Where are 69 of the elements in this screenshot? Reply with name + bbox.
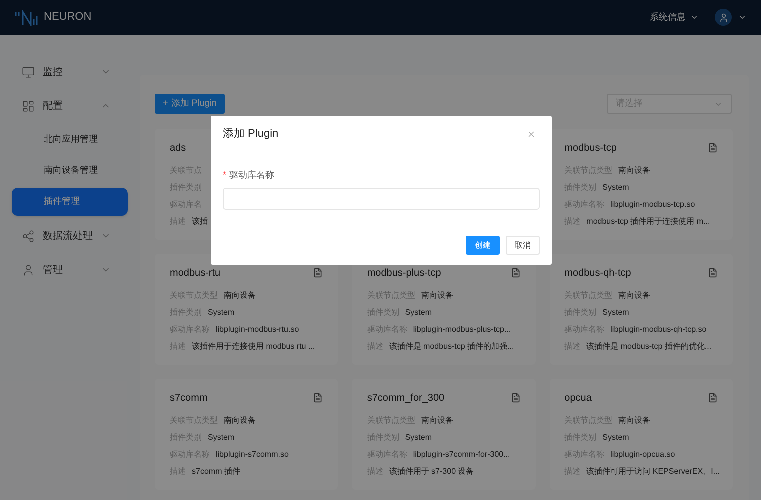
plugin-title: opcua bbox=[564, 392, 592, 406]
field-value: 该插 bbox=[192, 216, 208, 228]
brand-name: NEURON bbox=[44, 10, 92, 26]
field-value: libplugin-s7comm.so bbox=[216, 448, 289, 460]
document-icon[interactable] bbox=[708, 143, 718, 153]
field-value: System bbox=[208, 306, 235, 318]
field-value: System bbox=[208, 432, 235, 444]
field-value: 该插件用于 s7-300 设备 bbox=[389, 466, 474, 478]
dialog-button[interactable]: 创建 bbox=[466, 236, 500, 255]
field-value: 南向设备 bbox=[618, 164, 651, 176]
plugin-title: s7comm_for_300 bbox=[367, 392, 445, 406]
field-value: 南向设备 bbox=[224, 414, 256, 426]
field-value: 南向设备 bbox=[618, 414, 651, 426]
user-icon bbox=[22, 264, 35, 276]
field-value: 该插件是 modbus-tcp 插件的优化... bbox=[586, 340, 712, 352]
field-value: modbus-tcp 插件用于连接使用 m... bbox=[586, 216, 710, 228]
field-value: s7comm 插件 bbox=[192, 466, 240, 478]
dashboard-icon bbox=[22, 100, 35, 112]
field-value: libplugin-modbus-qh-tcp.so bbox=[610, 324, 707, 336]
system-info-menu[interactable]: 系统信息 bbox=[650, 10, 699, 24]
document-icon[interactable] bbox=[708, 268, 718, 278]
field-value: 该插件是 modbus-tcp 插件的加强... bbox=[389, 340, 514, 352]
field-value: libplugin-modbus-plus-tcp... bbox=[413, 324, 512, 336]
add-plugin-button[interactable]: + 添加 Plugin bbox=[155, 94, 225, 114]
sidebar-subitem[interactable]: 北向应用管理 bbox=[12, 126, 128, 154]
field-label: 驱动库名称 bbox=[230, 168, 275, 182]
field-value: System bbox=[602, 306, 630, 318]
document-icon[interactable] bbox=[510, 268, 521, 278]
avatar[interactable] bbox=[715, 9, 732, 26]
sidebar-item[interactable]: 数据流处理 bbox=[12, 219, 128, 253]
plugin-title: modbus-qh-tcp bbox=[564, 266, 632, 280]
plugin-title: s7comm bbox=[170, 392, 208, 406]
close-icon[interactable] bbox=[527, 130, 536, 139]
monitor-icon bbox=[22, 66, 35, 78]
field-value: 南向设备 bbox=[421, 290, 454, 302]
field-value: 该插件用于连接使用 modbus rtu ... bbox=[192, 340, 316, 352]
dialog-title: 添加 Plugin bbox=[223, 127, 279, 142]
field-value: libplugin-modbus-tcp.so bbox=[610, 198, 696, 210]
library-name-input[interactable] bbox=[223, 188, 540, 210]
field-value: libplugin-opcua.so bbox=[610, 448, 676, 460]
sidebar-item[interactable]: 配置 bbox=[12, 89, 128, 123]
share-icon bbox=[22, 230, 35, 242]
chevron-icon[interactable] bbox=[738, 13, 747, 22]
field-value: libplugin-modbus-rtu.so bbox=[216, 324, 300, 336]
field-value: 南向设备 bbox=[224, 290, 256, 302]
required-mark: * bbox=[223, 168, 227, 182]
field-value: libplugin-s7comm-for-300... bbox=[413, 448, 510, 460]
plugin-title: modbus-tcp bbox=[564, 142, 617, 156]
field-value: System bbox=[602, 432, 630, 444]
plugin-title: ads bbox=[170, 142, 186, 156]
dialog-button[interactable]: 取消 bbox=[506, 236, 540, 255]
document-icon[interactable] bbox=[313, 393, 324, 403]
logo-icon bbox=[14, 10, 40, 26]
field-value: 南向设备 bbox=[421, 414, 454, 426]
plugin-title: modbus-plus-tcp bbox=[367, 266, 442, 280]
chevron-icon bbox=[690, 13, 699, 22]
field-value: System bbox=[405, 306, 432, 318]
field-value: System bbox=[405, 432, 432, 444]
plugin-title: modbus-rtu bbox=[170, 266, 221, 280]
document-icon[interactable] bbox=[313, 268, 324, 278]
sidebar-item[interactable]: 管理 bbox=[12, 253, 128, 287]
document-icon[interactable] bbox=[510, 393, 521, 403]
document-icon[interactable] bbox=[708, 393, 718, 403]
field-value: 南向设备 bbox=[618, 290, 651, 302]
sidebar-subitem[interactable]: 插件管理 bbox=[12, 188, 128, 216]
field-value: System bbox=[602, 182, 630, 194]
field-value: 该插件可用于访问 KEPServerEX、I... bbox=[586, 466, 720, 478]
sidebar-item[interactable]: 监控 bbox=[12, 55, 128, 89]
sidebar-subitem[interactable]: 南向设备管理 bbox=[12, 157, 128, 185]
